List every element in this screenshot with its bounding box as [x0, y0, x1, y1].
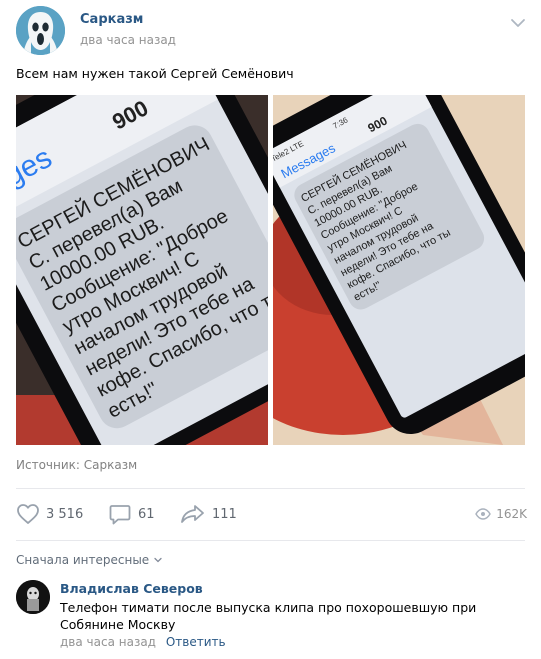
views-count: 162K — [496, 507, 527, 521]
phone-sms-photo: sages 900 СЕРГЕЙ СЕМЁНОВИЧ С. перевел(а)… — [16, 95, 268, 445]
divider — [16, 488, 525, 489]
post-text: Всем нам нужен такой Сергей Семёнович — [16, 66, 294, 81]
source-link[interactable]: Сарказм — [84, 458, 137, 472]
share-arrow-icon — [181, 505, 204, 523]
reply-link[interactable]: Ответить — [166, 635, 226, 649]
sort-label: Сначала интересные — [16, 553, 150, 567]
post-source: Источник: Сарказм — [16, 458, 137, 472]
comment-time[interactable]: два часа назад — [60, 635, 156, 649]
comment-count: 61 — [138, 506, 155, 522]
post-photo-right[interactable]: Tele2 LTE 7:36 Messages 900 СЕРГЕЙ СЕМЁН… — [273, 95, 525, 445]
comment-avatar[interactable] — [16, 580, 50, 614]
comments-sort-dropdown[interactable]: Сначала интересные — [16, 553, 163, 567]
author-avatar[interactable] — [16, 6, 65, 55]
comment-meta: два часа назад Ответить — [60, 635, 226, 649]
chevron-down-icon — [154, 557, 162, 563]
phone-sms-photo: Tele2 LTE 7:36 Messages 900 СЕРГЕЙ СЕМЁН… — [273, 95, 525, 445]
chevron-down-icon[interactable] — [509, 16, 527, 30]
comment-text: Телефон тимати после выпуска клипа про п… — [60, 600, 477, 632]
comment-author[interactable]: Владислав Северов — [60, 581, 203, 596]
scream-face-icon — [16, 6, 65, 55]
comment-bubble-icon — [109, 505, 131, 525]
heart-icon — [17, 504, 39, 524]
eye-icon — [475, 508, 492, 520]
post-header: Сарказм два часа назад — [16, 6, 527, 56]
post-photo-left[interactable]: sages 900 СЕРГЕЙ СЕМЁНОВИЧ С. перевел(а)… — [16, 95, 268, 445]
like-count: 3 516 — [46, 506, 84, 522]
views-counter: 162K — [475, 500, 527, 528]
share-count: 111 — [212, 506, 237, 522]
like-button[interactable]: 3 516 — [16, 500, 83, 528]
source-label: Источник: — [16, 458, 80, 472]
divider — [16, 540, 525, 541]
post-time[interactable]: два часа назад — [80, 33, 176, 47]
avatar-image — [16, 580, 50, 614]
post-author[interactable]: Сарказм — [80, 12, 143, 27]
comment-button[interactable]: 61 — [108, 500, 155, 528]
share-button[interactable]: 111 — [180, 500, 237, 528]
post-actions: 3 516 61 111 162K — [16, 500, 527, 528]
